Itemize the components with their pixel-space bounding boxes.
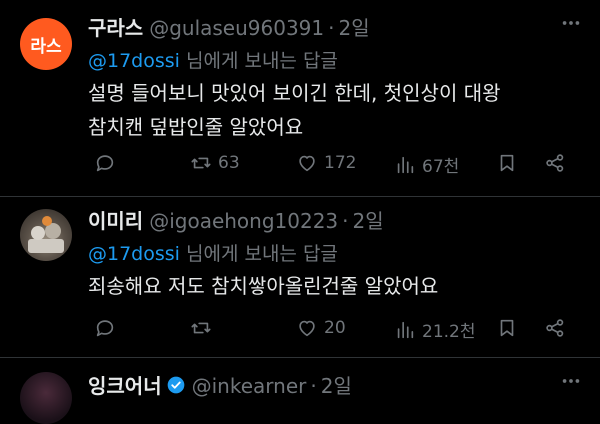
views-button[interactable]: 21.2천	[394, 317, 476, 342]
tweet-text-line: 죄송해요 저도 참치쌓아올린건줄 알았어요	[88, 274, 439, 298]
tweet-actions: 63 172 67천	[88, 152, 578, 182]
reply-context-text: 님에게 보내는 답글	[179, 243, 338, 265]
timestamp[interactable]: 2일	[353, 205, 384, 234]
retweet-icon	[191, 322, 211, 334]
reply-button[interactable]	[94, 152, 116, 174]
tweet-text: 죄송해요 저도 참치쌓아올린건줄 알았어요	[88, 269, 438, 303]
reply-icon	[96, 320, 114, 337]
tweet-actions: 20 21.2천	[88, 317, 578, 347]
reply-icon	[96, 155, 114, 172]
timestamp[interactable]: 2일	[339, 12, 370, 41]
retweet-button[interactable]	[190, 317, 218, 339]
like-icon	[299, 320, 315, 337]
separator-dot: ·	[342, 209, 349, 233]
views-count: 67천	[422, 157, 460, 177]
tweet-header: 잉크어너 @inkearner · 2일	[88, 370, 352, 399]
views-button[interactable]: 67천	[394, 152, 459, 177]
separator-dot: ·	[310, 374, 317, 398]
tweet-text-line: 참치캔 덮밥인줄 알았어요	[88, 115, 304, 139]
like-button[interactable]: 172	[296, 152, 356, 174]
views-icon	[397, 156, 414, 173]
more-icon[interactable]	[560, 370, 582, 397]
user-handle[interactable]: @igoaehong10223	[149, 209, 338, 233]
reply-mention-link[interactable]: @17dossi	[88, 50, 180, 72]
user-handle[interactable]: @gulaseu960391	[149, 16, 324, 40]
verified-icon	[166, 375, 186, 395]
retweet-button[interactable]: 63	[190, 152, 240, 174]
reply-context: @17dossi 님에게 보내는 답글	[88, 239, 338, 266]
display-name[interactable]: 구라스	[88, 12, 143, 41]
user-handle[interactable]: @inkearner	[192, 374, 307, 398]
avatar[interactable]	[20, 209, 72, 261]
reply-button[interactable]	[94, 317, 116, 339]
tweet-header: 이미리 @igoaehong10223 · 2일	[88, 205, 384, 234]
like-icon	[299, 155, 315, 172]
tweet[interactable]: 라스 구라스 @gulaseu960391 · 2일 @17dossi 님에게 …	[0, 0, 600, 196]
share-button[interactable]	[544, 152, 566, 174]
separator-dot: ·	[328, 16, 335, 40]
tweet-text-line: 설명 들어보니 맛있어 보이긴 한데, 첫인상이 대왕	[88, 81, 501, 105]
tweet-header: 구라스 @gulaseu960391 · 2일	[88, 12, 370, 41]
avatar[interactable]: 라스	[20, 18, 72, 70]
views-icon	[397, 321, 414, 338]
timestamp[interactable]: 2일	[321, 370, 352, 399]
tweet[interactable]: 이미리 @igoaehong10223 · 2일 @17dossi 님에게 보내…	[0, 197, 600, 359]
bookmark-icon	[500, 319, 514, 337]
reply-context: @17dossi 님에게 보내는 답글	[88, 46, 338, 73]
like-count: 172	[324, 153, 357, 173]
avatar[interactable]	[20, 372, 72, 424]
bookmark-button[interactable]	[496, 317, 518, 339]
display-name[interactable]: 이미리	[88, 205, 143, 234]
tweet-text: 설명 들어보니 맛있어 보이긴 한데, 첫인상이 대왕 참치캔 덮밥인줄 알았어…	[88, 76, 501, 144]
retweet-icon	[191, 157, 211, 169]
display-name[interactable]: 잉크어너	[88, 370, 162, 399]
like-count: 20	[324, 318, 346, 338]
reply-mention-link[interactable]: @17dossi	[88, 243, 180, 265]
tweet[interactable]: 잉크어너 @inkearner · 2일	[0, 358, 600, 424]
avatar-text: 라스	[30, 36, 62, 57]
share-icon	[546, 154, 564, 172]
views-count: 21.2천	[422, 322, 476, 342]
bookmark-button[interactable]	[496, 152, 518, 174]
like-button[interactable]: 20	[296, 317, 346, 339]
avatar-photo-icon	[28, 216, 64, 253]
retweet-count: 63	[218, 153, 240, 173]
more-icon[interactable]	[560, 12, 582, 39]
share-icon	[546, 319, 564, 337]
bookmark-icon	[500, 154, 514, 172]
share-button[interactable]	[544, 317, 566, 339]
reply-context-text: 님에게 보내는 답글	[179, 50, 338, 72]
